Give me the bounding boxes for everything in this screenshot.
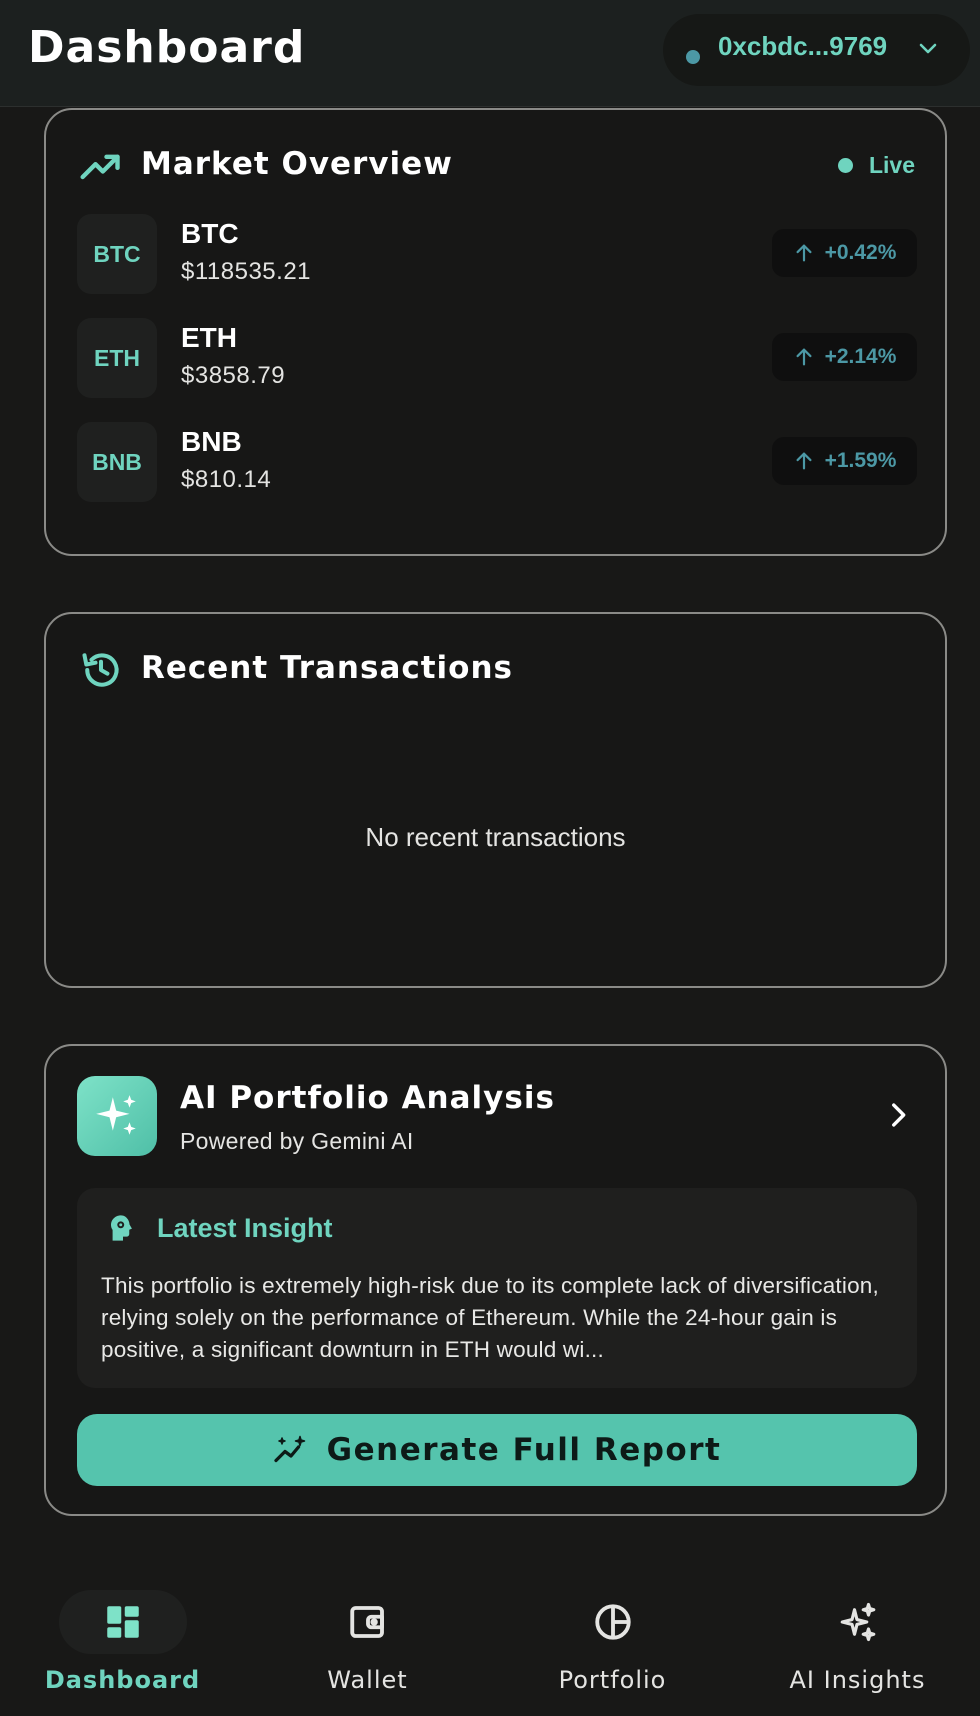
price-change-badge: +0.42%	[772, 229, 917, 277]
market-overview-card: Market Overview Live BTC BTC $118535.21 …	[44, 108, 947, 556]
coin-badge: ETH	[77, 318, 157, 398]
insight-label: Latest Insight	[157, 1212, 333, 1243]
price-change-value: +0.42%	[824, 241, 897, 264]
nav-item-portfolio[interactable]: Portfolio	[490, 1570, 735, 1716]
live-label: Live	[868, 152, 915, 178]
recent-transactions-card: Recent Transactions No recent transactio…	[44, 612, 947, 988]
live-indicator: Live	[837, 152, 915, 179]
ai-analysis-subtitle: Powered by Gemini AI	[180, 1128, 414, 1154]
dashboard-icon	[106, 1606, 139, 1638]
ai-analysis-card: AI Portfolio Analysis Powered by Gemini …	[44, 1044, 947, 1516]
nav-icon-container	[58, 1590, 187, 1654]
top-header: Dashboard 0xcbdc...9769	[0, 0, 980, 107]
coin-badge: BTC	[77, 214, 157, 294]
brain-head-icon	[111, 1215, 132, 1241]
history-icon	[82, 653, 119, 687]
price-change-value: +1.59%	[824, 449, 897, 472]
wallet-selector[interactable]: 0xcbdc...9769	[663, 14, 970, 86]
chevron-right-icon[interactable]	[881, 1098, 915, 1132]
app-root: Dashboard 0xcbdc...9769 Market Overview …	[0, 0, 980, 1716]
coin-row-bnb[interactable]: BNB BNB $810.14 +1.59%	[77, 422, 917, 502]
sparkles-icon	[96, 1095, 136, 1135]
coin-name: ETH	[181, 322, 237, 353]
trending-up-icon	[80, 154, 120, 180]
nav-label: Wallet	[327, 1666, 408, 1694]
coin-price: $3858.79	[181, 362, 286, 389]
nav-item-dashboard[interactable]: Dashboard	[0, 1570, 245, 1716]
insight-header: Latest Insight	[105, 1212, 333, 1244]
chevron-down-icon	[919, 43, 937, 54]
nav-icon-container	[549, 1590, 677, 1654]
ai-logo	[77, 1076, 157, 1156]
ai-analysis-title: AI Portfolio Analysis	[180, 1080, 555, 1116]
chart-sparkle-icon	[274, 1435, 305, 1463]
wallet-icon	[349, 1606, 384, 1638]
nav-icon-container	[304, 1590, 432, 1654]
price-change-badge: +2.14%	[772, 333, 917, 381]
market-overview-title: Market Overview	[141, 146, 453, 182]
coin-row-eth[interactable]: ETH ETH $3858.79 +2.14%	[77, 318, 917, 398]
nav-item-ai-insights[interactable]: AI Insights	[735, 1570, 980, 1716]
generate-report-button[interactable]: Generate Full Report	[77, 1414, 917, 1486]
coin-name: BNB	[181, 426, 242, 457]
nav-icon-container	[794, 1590, 922, 1654]
coin-badge: BNB	[77, 422, 157, 502]
coin-price: $810.14	[181, 466, 272, 493]
nav-label: AI Insights	[789, 1666, 926, 1694]
coin-name: BTC	[181, 218, 239, 249]
pie-chart-icon	[594, 1604, 631, 1640]
sparkles-icon	[840, 1602, 875, 1642]
arrow-up-icon	[796, 244, 812, 262]
wallet-status-dot	[686, 50, 700, 64]
latest-insight-panel: Latest Insight This portfolio is extreme…	[77, 1188, 917, 1388]
price-change-value: +2.14%	[824, 345, 897, 368]
bottom-navigation: Dashboard Wallet Portfolio AI Insights	[0, 1570, 980, 1716]
coin-row-btc[interactable]: BTC BTC $118535.21 +0.42%	[77, 214, 917, 294]
nav-label: Dashboard	[44, 1666, 201, 1694]
generate-report-label: Generate Full Report	[326, 1432, 722, 1468]
empty-transactions-message: No recent transactions	[365, 822, 626, 852]
live-dot	[837, 158, 853, 173]
arrow-up-icon	[796, 452, 812, 470]
nav-item-wallet[interactable]: Wallet	[245, 1570, 490, 1716]
arrow-up-icon	[796, 348, 812, 366]
insight-text: This portfolio is extremely high-risk du…	[101, 1273, 879, 1362]
coin-price: $118535.21	[181, 258, 312, 285]
recent-transactions-title: Recent Transactions	[141, 650, 514, 686]
nav-label: Portfolio	[558, 1666, 667, 1694]
wallet-address: 0xcbdc...9769	[718, 31, 888, 61]
page-title: Dashboard	[28, 22, 306, 73]
price-change-badge: +1.59%	[772, 437, 917, 485]
